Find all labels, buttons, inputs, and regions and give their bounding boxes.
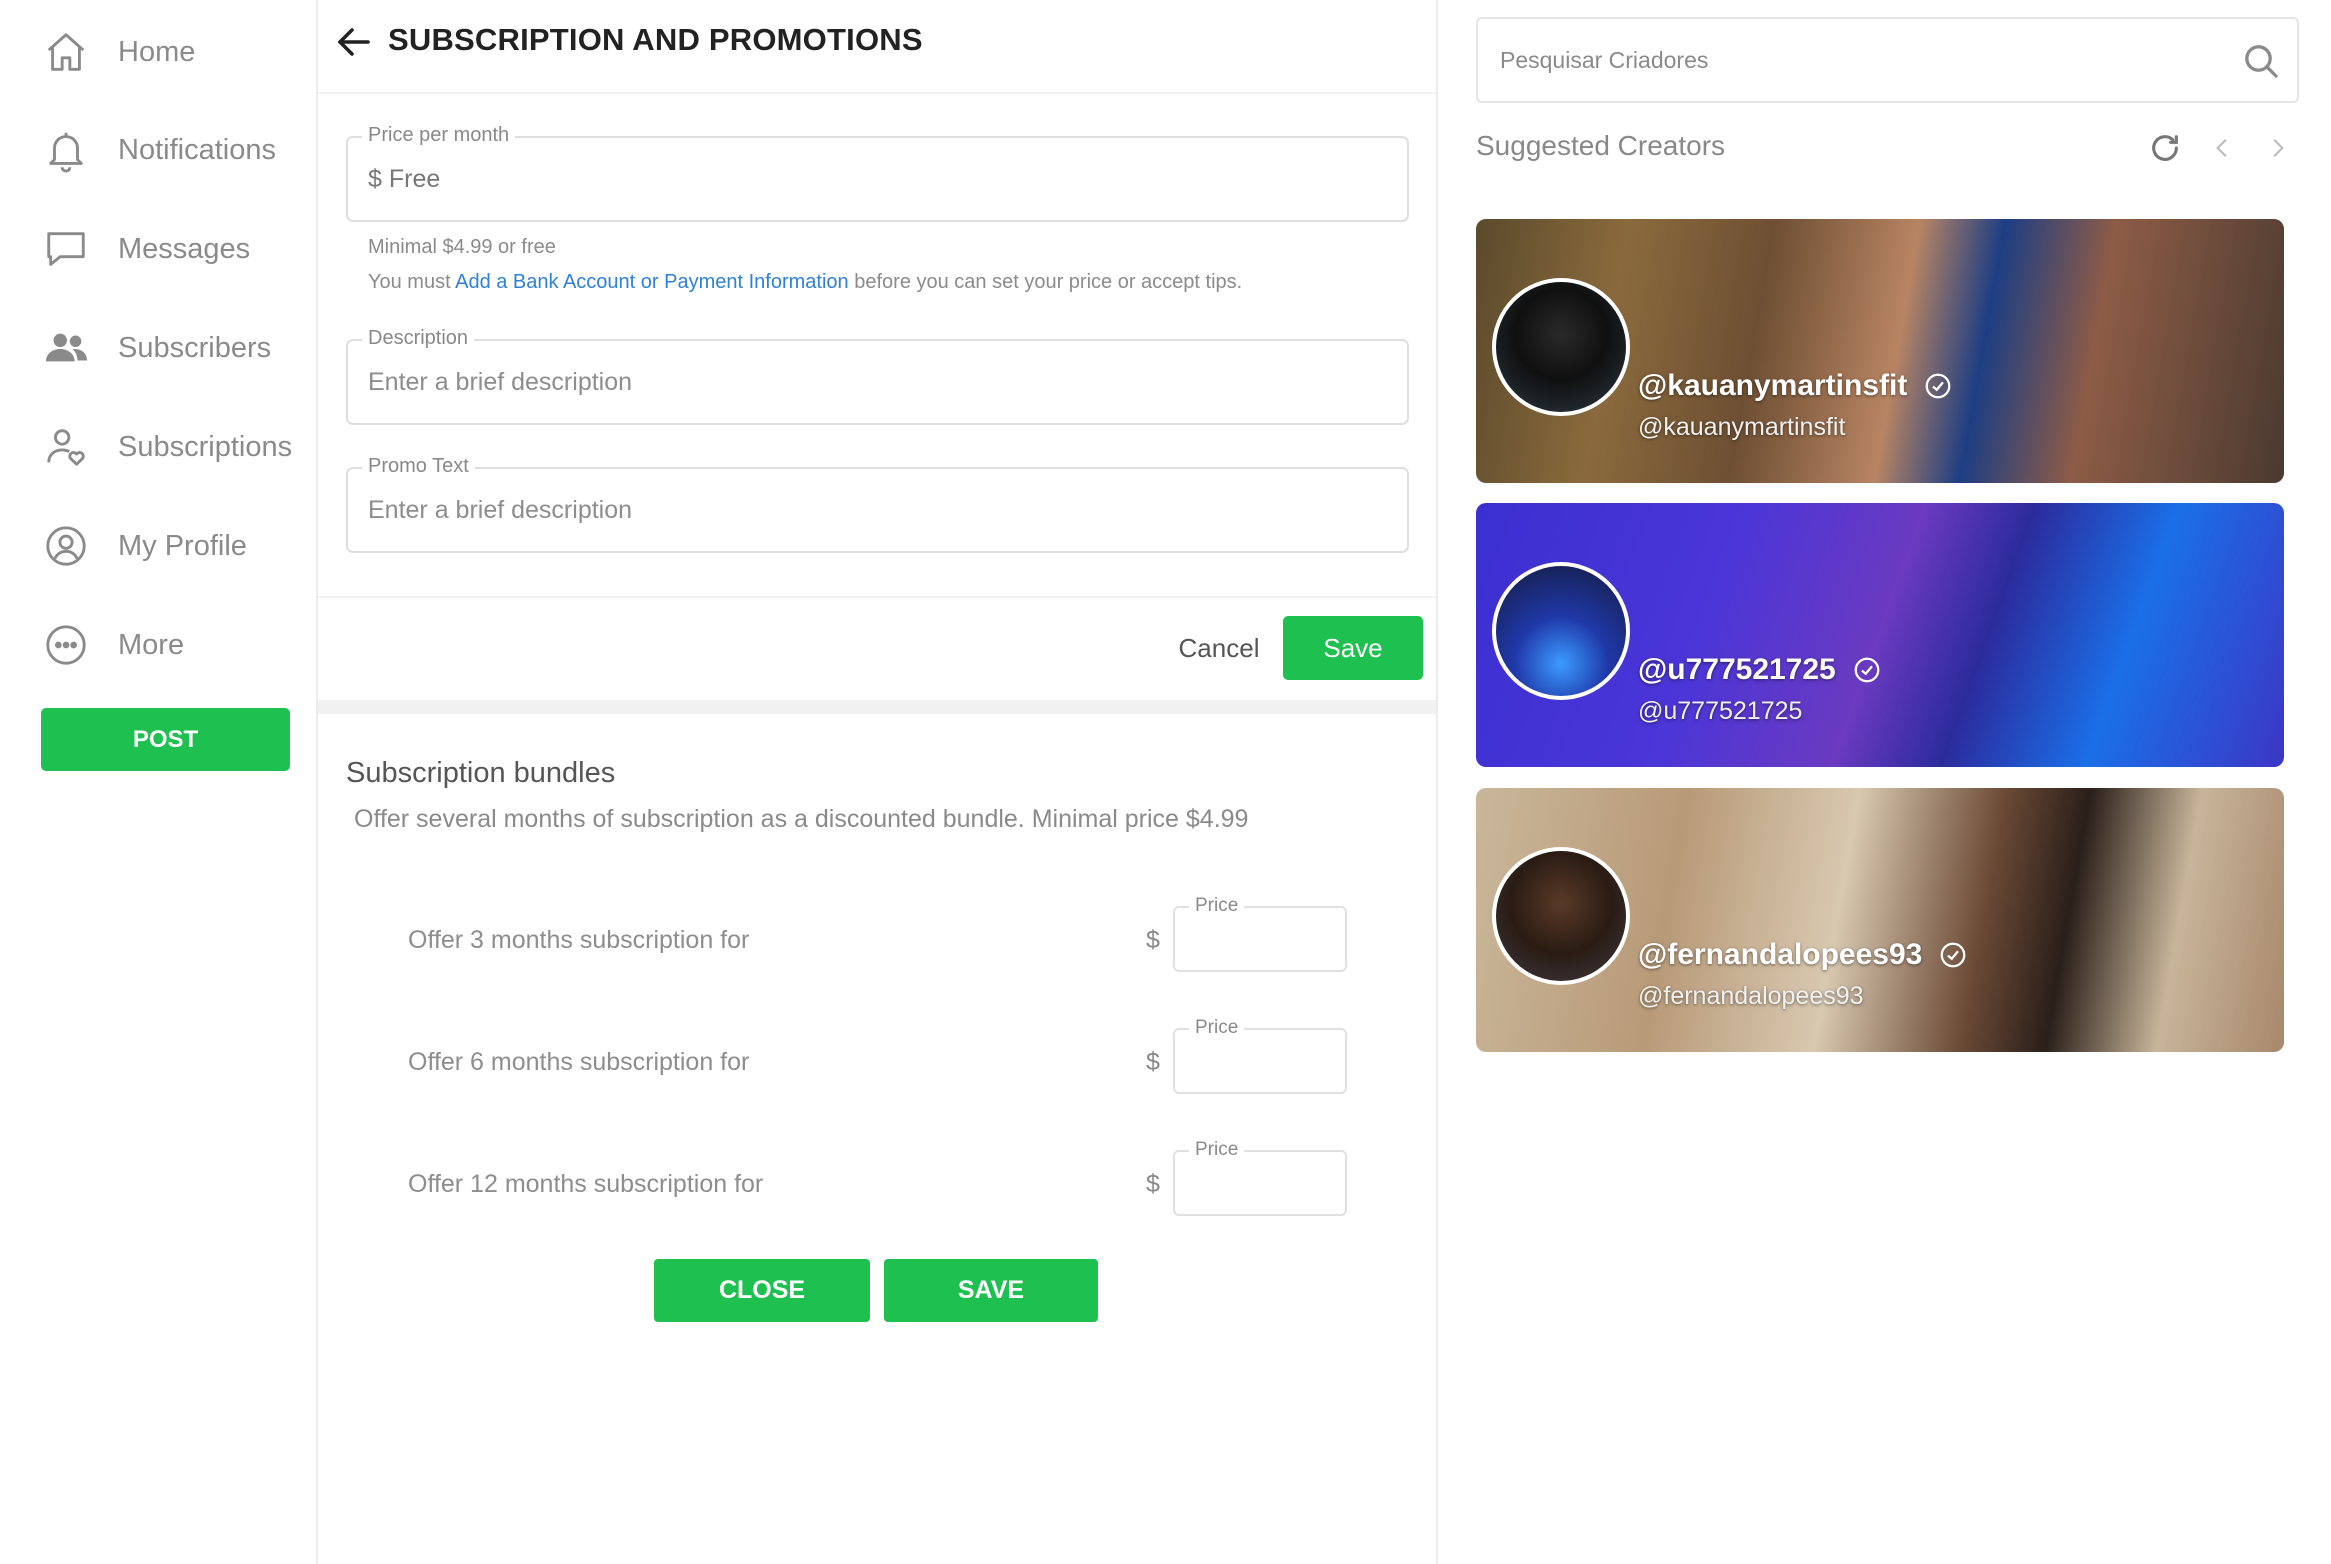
creator-handle: @u777521725 [1638,697,1803,725]
profile-icon [40,520,92,572]
avatar [1492,847,1630,985]
offer-3-months-price-input[interactable]: Price [1173,895,1347,972]
search-icon[interactable] [2241,41,2281,81]
sidebar-item-subscriptions[interactable]: Subscriptions [40,417,292,477]
price-label: Price [1189,1139,1245,1161]
chevron-left-icon [2216,139,2227,157]
prev-button[interactable] [2202,128,2242,168]
payment-hint: You must Add a Bank Account or Payment I… [368,271,1242,294]
section-divider [318,700,1436,714]
creator-name: @kauanymartinsfit [1638,369,1953,403]
offer-row: Offer 3 months subscription for $ Price [318,895,1436,976]
creator-card[interactable]: @kauanymartinsfit @kauanymartinsfit [1476,219,2284,483]
sidebar-item-label: Subscribers [118,331,272,364]
creator-name: @fernandalopees93 [1638,938,1968,972]
bundles-description: Offer several months of subscription as … [354,805,1249,833]
page-title: SUBSCRIPTION AND PROMOTIONS [388,22,923,57]
sidebar: Home Notifications Messages Subscribers … [0,0,318,1564]
suggested-creators-title: Suggested Creators [1476,130,1726,161]
search-input[interactable] [1498,19,2198,101]
sidebar-item-more[interactable]: More [40,615,184,675]
page-header: SUBSCRIPTION AND PROMOTIONS [318,0,1436,94]
chevron-right-icon [2273,139,2284,157]
sidebar-item-label: Notifications [118,133,276,166]
verified-icon [1854,657,1880,683]
currency-symbol: $ [1146,926,1160,954]
more-icon [40,619,92,671]
post-button[interactable]: POST [41,708,290,771]
users-icon [40,322,92,374]
verified-icon [1940,942,1966,968]
promo-text-field[interactable]: Promo Text [346,455,1409,553]
message-icon [40,223,92,275]
creator-name: @u777521725 [1638,653,1882,687]
save-bundles-button[interactable]: SAVE [884,1259,1098,1322]
creator-card[interactable]: @u777521725 @u777521725 [1476,503,2284,767]
sidebar-item-messages[interactable]: Messages [40,219,250,279]
sidebar-item-my-profile[interactable]: My Profile [40,516,247,576]
close-button[interactable]: CLOSE [654,1259,870,1322]
offer-12-months-label: Offer 12 months subscription for [408,1170,764,1198]
save-button[interactable]: Save [1283,616,1423,680]
price-per-month-input[interactable] [368,138,1388,220]
sidebar-item-label: More [118,628,185,661]
sidebar-item-home[interactable]: Home [40,22,195,82]
creator-name-text: @fernandalopees93 [1638,938,1923,971]
promo-text-input[interactable] [368,469,1388,551]
sidebar-item-notifications[interactable]: Notifications [40,120,276,180]
creator-name-text: @u777521725 [1638,653,1836,686]
price-per-month-field[interactable]: Price per month [346,124,1409,222]
creator-handle: @kauanymartinsfit [1638,413,1846,441]
payment-hint-suffix: before you can set your price or accept … [854,271,1243,293]
search-box[interactable] [1476,17,2299,103]
cancel-button[interactable]: Cancel [1144,616,1294,680]
sidebar-item-label: Subscriptions [118,430,293,463]
refresh-icon [2152,135,2178,161]
home-icon [40,26,92,78]
offer-6-months-price-input[interactable]: Price [1173,1017,1347,1094]
currency-symbol: $ [1146,1048,1160,1076]
bundles-title: Subscription bundles [346,757,616,789]
payment-hint-prefix: You must [368,271,451,293]
sidebar-item-subscribers[interactable]: Subscribers [40,318,271,378]
price-label: Price [1189,1017,1245,1039]
description-input[interactable] [368,341,1388,423]
sidebar-item-label: Messages [118,232,251,265]
creator-card[interactable]: @fernandalopees93 @fernandalopees93 [1476,788,2284,1052]
currency-symbol: $ [1146,1170,1160,1198]
creator-handle: @fernandalopees93 [1638,982,1864,1010]
add-bank-account-link[interactable]: Add a Bank Account or Payment Informatio… [455,271,849,293]
main-panel: SUBSCRIPTION AND PROMOTIONS Price per mo… [318,0,1438,1564]
offer-12-months-price-input[interactable]: Price [1173,1139,1347,1216]
user-heart-icon [40,421,92,473]
divider [318,596,1436,598]
bell-icon [40,124,92,176]
sidebar-item-label: Home [118,35,196,68]
refresh-button[interactable] [2145,128,2185,168]
offer-3-months-label: Offer 3 months subscription for [408,926,750,954]
minimal-price-hint: Minimal $4.99 or free [368,236,556,258]
next-button[interactable] [2258,128,2298,168]
avatar [1492,562,1630,700]
offer-6-months-label: Offer 6 months subscription for [408,1048,750,1076]
creator-name-text: @kauanymartinsfit [1638,369,1908,402]
avatar [1492,278,1630,416]
description-field[interactable]: Description [346,327,1409,425]
offer-row: Offer 12 months subscription for $ Price [318,1139,1436,1220]
verified-icon [1925,373,1951,399]
price-label: Price [1189,895,1245,917]
sidebar-item-label: My Profile [118,529,247,562]
offer-row: Offer 6 months subscription for $ Price [318,1017,1436,1098]
back-arrow-icon[interactable] [330,18,378,66]
